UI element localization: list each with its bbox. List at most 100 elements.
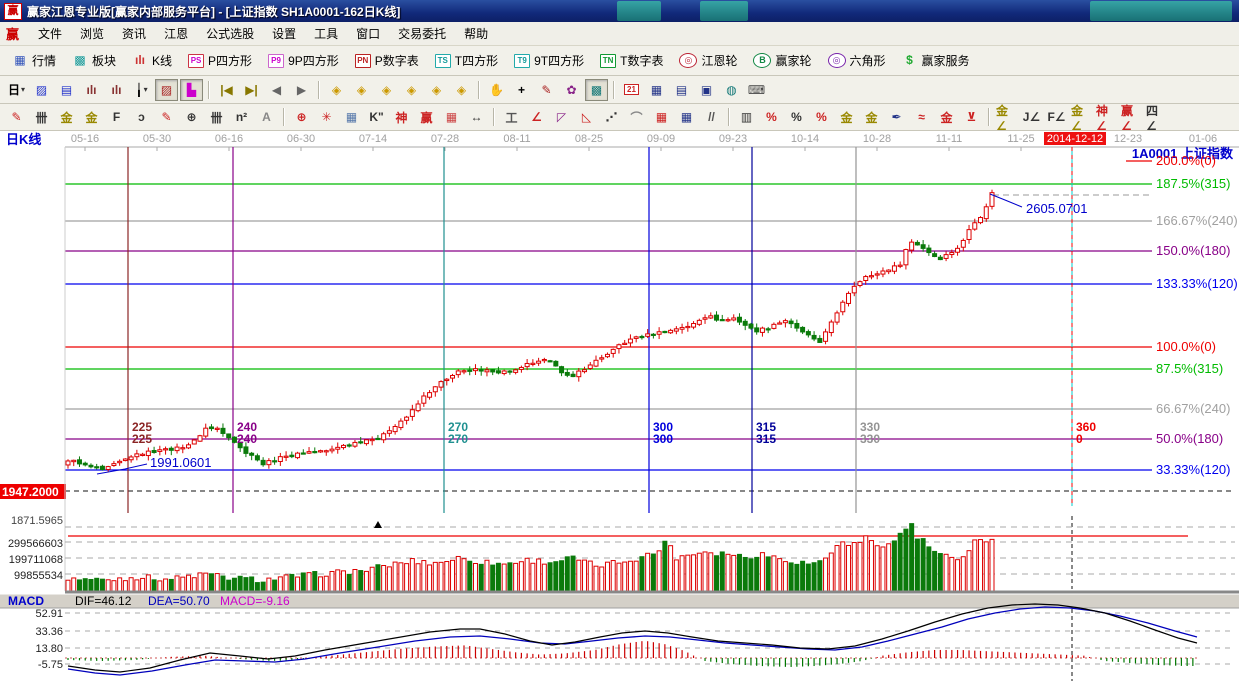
zigzag-red-icon[interactable]: ▨ (155, 79, 178, 101)
spiral-tool[interactable]: ↄ (130, 106, 153, 128)
web-button[interactable]: ◍ (720, 79, 743, 101)
toolbar-button-9p-square[interactable]: P99P四方形 (263, 50, 344, 71)
angle-lines-tool[interactable]: ⋰ (600, 106, 623, 128)
diamond-expand-button[interactable]: ◈ (375, 79, 398, 101)
toolbar-button-t-table[interactable]: TNT数字表 (595, 50, 668, 71)
diamond-fit-button[interactable]: ◈ (450, 79, 473, 101)
thin-candle-dropdown[interactable]: ╽▾ (130, 79, 153, 101)
gold-comb-tool[interactable]: 金 (55, 106, 78, 128)
arrow-pen-tool[interactable]: ✒ (885, 106, 908, 128)
percent-line-tool[interactable]: % (810, 106, 833, 128)
next-bar-button[interactable]: ▶ (290, 79, 313, 101)
gold-red-line-tool[interactable]: 金 (935, 106, 958, 128)
menu-item-8[interactable]: 交易委托 (389, 25, 455, 43)
toolbar-button-winner-wheel[interactable]: B赢家轮 (748, 50, 816, 71)
gold-comb2-tool[interactable]: 金 (80, 106, 103, 128)
width-measure-tool[interactable]: ↔ (465, 106, 488, 128)
percent-slash-tool[interactable]: % (760, 106, 783, 128)
first-bar-button[interactable]: |◀ (215, 79, 238, 101)
diamond-center-button[interactable]: ◈ (425, 79, 448, 101)
pen-comb-tool[interactable]: ✎ (155, 106, 178, 128)
percent-tool[interactable]: % (785, 106, 808, 128)
last-bar-button[interactable]: ▶| (240, 79, 263, 101)
save-button[interactable]: ▣ (695, 79, 718, 101)
title-bar[interactable]: 赢 赢家江恩专业版[赢家内部服务平台] - [上证指数 SH1A0001-162… (0, 0, 1239, 22)
menu-item-6[interactable]: 工具 (305, 25, 347, 43)
brain-window-button[interactable]: ▩ (585, 79, 608, 101)
hand-tool-button[interactable]: ✋ (485, 79, 508, 101)
mark-tool-button[interactable]: ✎ (535, 79, 558, 101)
toolbar-button-kline[interactable]: ılıK线 (127, 50, 177, 71)
prev-bar-button[interactable]: ◀ (265, 79, 288, 101)
toolbar-button-9t-square[interactable]: T99T四方形 (509, 50, 589, 71)
menu-item-3[interactable]: 江恩 (155, 25, 197, 43)
ying-comb-tool[interactable]: 赢 (415, 106, 438, 128)
computer-button[interactable]: ⌨ (745, 79, 768, 101)
feather-pen-tool-icon: ✎ (11, 110, 21, 124)
star-burst-tool[interactable]: ✳ (315, 106, 338, 128)
beam-tool[interactable]: 工 (500, 106, 523, 128)
trend-window-icon[interactable]: ▨ (30, 79, 53, 101)
color-histogram-icon[interactable]: ▙ (180, 79, 203, 101)
toolbar-button-t-square[interactable]: TST四方形 (430, 50, 503, 71)
ma9-icon[interactable]: ılı (105, 79, 128, 101)
menu-item-0[interactable]: 文件 (29, 25, 71, 43)
fan-box-tool[interactable]: ◸ (550, 106, 573, 128)
fan-lines-tool[interactable]: ∠ (525, 106, 548, 128)
shen-angle-tool[interactable]: 神∠ (1095, 106, 1118, 128)
ying-angle-tool[interactable]: 赢∠ (1120, 106, 1143, 128)
diamond-right-button[interactable]: ◈ (350, 79, 373, 101)
compass-tool[interactable]: ⊕ (180, 106, 203, 128)
crosshair-button[interactable]: + (510, 79, 533, 101)
k-quote-tool[interactable]: K" (365, 106, 388, 128)
gold-line-tool[interactable]: 金 (860, 106, 883, 128)
shen-comb-tool[interactable]: 神 (390, 106, 413, 128)
fib-comb-tool[interactable]: F (105, 106, 128, 128)
diamond-compress-button[interactable]: ◈ (400, 79, 423, 101)
column-tool[interactable]: ▥ (735, 106, 758, 128)
grid-fan-tool[interactable]: ◺ (575, 106, 598, 128)
gann-flower-button[interactable]: ✿ (560, 79, 583, 101)
calendar-button[interactable]: 21 (620, 79, 643, 101)
toolbar-button-hexagon[interactable]: ◎六角形 (823, 50, 891, 71)
f-angle-tool[interactable]: F∠ (1045, 106, 1068, 128)
menu-item-7[interactable]: 窗口 (347, 25, 389, 43)
gold-circle-tool[interactable]: 金 (835, 106, 858, 128)
calculator-button[interactable]: ▦ (645, 79, 668, 101)
notepad-button[interactable]: ▤ (670, 79, 693, 101)
menu-item-2[interactable]: 资讯 (113, 25, 155, 43)
menu-item-4[interactable]: 公式选股 (197, 25, 263, 43)
toolbar-button-sectors[interactable]: ▩板块 (67, 50, 121, 71)
a-angle-tool[interactable]: A (255, 106, 278, 128)
wave-tool[interactable]: ≈ (910, 106, 933, 128)
menu-item-9[interactable]: 帮助 (455, 25, 497, 43)
j-slope-tool[interactable]: ⊻ (960, 106, 983, 128)
grid-target-tool[interactable]: ▦ (340, 106, 363, 128)
kline-period-dropdown[interactable]: 日▾ (5, 79, 28, 101)
si-angle-tool[interactable]: 四∠ (1145, 106, 1168, 128)
toolbar-button-winner-service[interactable]: $赢家服务 (897, 50, 975, 71)
menu-item-5[interactable]: 设置 (263, 25, 305, 43)
toolbar-button-gann-wheel[interactable]: ◎江恩轮 (674, 50, 742, 71)
arc-tool[interactable]: ⌒ (625, 106, 648, 128)
toolbar-button-p-table[interactable]: PNP数字表 (350, 50, 424, 71)
toolbar-button-p-square[interactable]: PSP四方形 (183, 50, 257, 71)
j-angle-tool[interactable]: J∠ (1020, 106, 1043, 128)
chart-panel[interactable]: 日K线05-1605-3006-1606-3007-1407-2808-1108… (0, 131, 1239, 684)
price-grid-tool[interactable]: ▦ (675, 106, 698, 128)
toolbar-button-quotes[interactable]: ▦行情 (7, 50, 61, 71)
n2-tool[interactable]: n² (230, 106, 253, 128)
menu-item-1[interactable]: 浏览 (71, 25, 113, 43)
target-cross-tool[interactable]: ⊕ (290, 106, 313, 128)
gold-angle2-tool[interactable]: 金∠ (1070, 106, 1093, 128)
gold-angle-tool[interactable]: 金∠ (995, 106, 1018, 128)
feather-pen-tool[interactable]: ✎ (5, 106, 28, 128)
grid-129-tool[interactable]: ▦ (440, 106, 463, 128)
ma3-icon[interactable]: ılı (80, 79, 103, 101)
gann-comb-tool[interactable]: 卌 (30, 106, 53, 128)
parallel-lines-tool[interactable]: // (700, 106, 723, 128)
comb-tool[interactable]: 卌 (205, 106, 228, 128)
diamond-left-button[interactable]: ◈ (325, 79, 348, 101)
red-grid-tool[interactable]: ▦ (650, 106, 673, 128)
info-panel-icon[interactable]: ▤ (55, 79, 78, 101)
